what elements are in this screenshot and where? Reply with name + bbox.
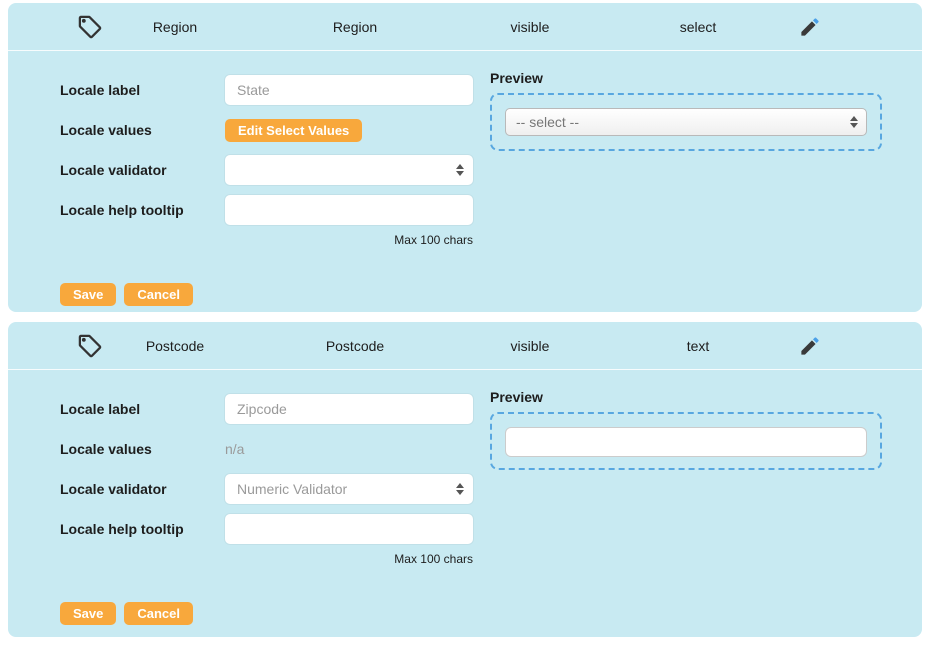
- locale-validator-select[interactable]: [225, 155, 473, 185]
- field-visibility: visible: [511, 19, 550, 35]
- save-button[interactable]: Save: [60, 283, 116, 306]
- locale-validator-selected-value: Numeric Validator: [237, 481, 347, 497]
- preview-section: Preview: [490, 394, 882, 625]
- tag-icon: [77, 13, 104, 40]
- select-stepper-icon: [850, 116, 858, 128]
- preview-text-input[interactable]: [505, 427, 867, 457]
- select-stepper-icon: [456, 164, 464, 176]
- locale-form: Locale label Locale values n/a Locale va…: [60, 394, 473, 625]
- locale-label-label: Locale label: [60, 401, 225, 417]
- cancel-button[interactable]: Cancel: [124, 602, 193, 625]
- locale-tooltip-label: Locale help tooltip: [60, 202, 225, 218]
- field-type: select: [680, 19, 717, 35]
- preview-select-value: -- select --: [516, 114, 579, 130]
- field-panel-region: Region Region visible select Locale labe…: [8, 3, 922, 312]
- locale-validator-label: Locale validator: [60, 481, 225, 497]
- locale-validator-label: Locale validator: [60, 162, 225, 178]
- pencil-icon[interactable]: [799, 15, 822, 38]
- preview-dropzone: -- select --: [490, 93, 882, 151]
- cancel-button[interactable]: Cancel: [124, 283, 193, 306]
- form-actions: Save Cancel: [60, 283, 473, 306]
- select-stepper-icon: [456, 483, 464, 495]
- locale-label-input[interactable]: [225, 75, 473, 105]
- field-header: Postcode Postcode visible text: [8, 322, 922, 370]
- field-name: Postcode: [146, 338, 204, 354]
- field-type: text: [687, 338, 710, 354]
- field-name: Region: [153, 19, 197, 35]
- locale-values-label: Locale values: [60, 441, 225, 457]
- locale-form: Locale label Locale values Edit Select V…: [60, 75, 473, 306]
- preview-title: Preview: [490, 70, 882, 86]
- edit-select-values-button[interactable]: Edit Select Values: [225, 119, 362, 142]
- pencil-icon[interactable]: [799, 334, 822, 357]
- preview-select[interactable]: -- select --: [505, 108, 867, 136]
- field-locale-name: Region: [333, 19, 377, 35]
- locale-tooltip-label: Locale help tooltip: [60, 521, 225, 537]
- preview-title: Preview: [490, 389, 882, 405]
- save-button[interactable]: Save: [60, 602, 116, 625]
- locale-tooltip-input[interactable]: [225, 195, 473, 225]
- field-editor-body: Locale label Locale values Edit Select V…: [8, 51, 922, 306]
- field-panel-postcode: Postcode Postcode visible text Locale la…: [8, 322, 922, 637]
- locale-tooltip-input[interactable]: [225, 514, 473, 544]
- preview-section: Preview -- select --: [490, 75, 882, 306]
- locale-label-label: Locale label: [60, 82, 225, 98]
- locale-values-label: Locale values: [60, 122, 225, 138]
- field-editor-body: Locale label Locale values n/a Locale va…: [8, 370, 922, 625]
- tag-icon: [77, 332, 104, 359]
- locale-validator-select[interactable]: Numeric Validator: [225, 474, 473, 504]
- field-header: Region Region visible select: [8, 3, 922, 51]
- locale-label-input[interactable]: [225, 394, 473, 424]
- max-chars-hint: Max 100 chars: [225, 552, 473, 568]
- field-locale-name: Postcode: [326, 338, 384, 354]
- preview-dropzone: [490, 412, 882, 470]
- form-actions: Save Cancel: [60, 602, 473, 625]
- field-visibility: visible: [511, 338, 550, 354]
- max-chars-hint: Max 100 chars: [225, 233, 473, 249]
- locale-values-na: n/a: [225, 441, 473, 457]
